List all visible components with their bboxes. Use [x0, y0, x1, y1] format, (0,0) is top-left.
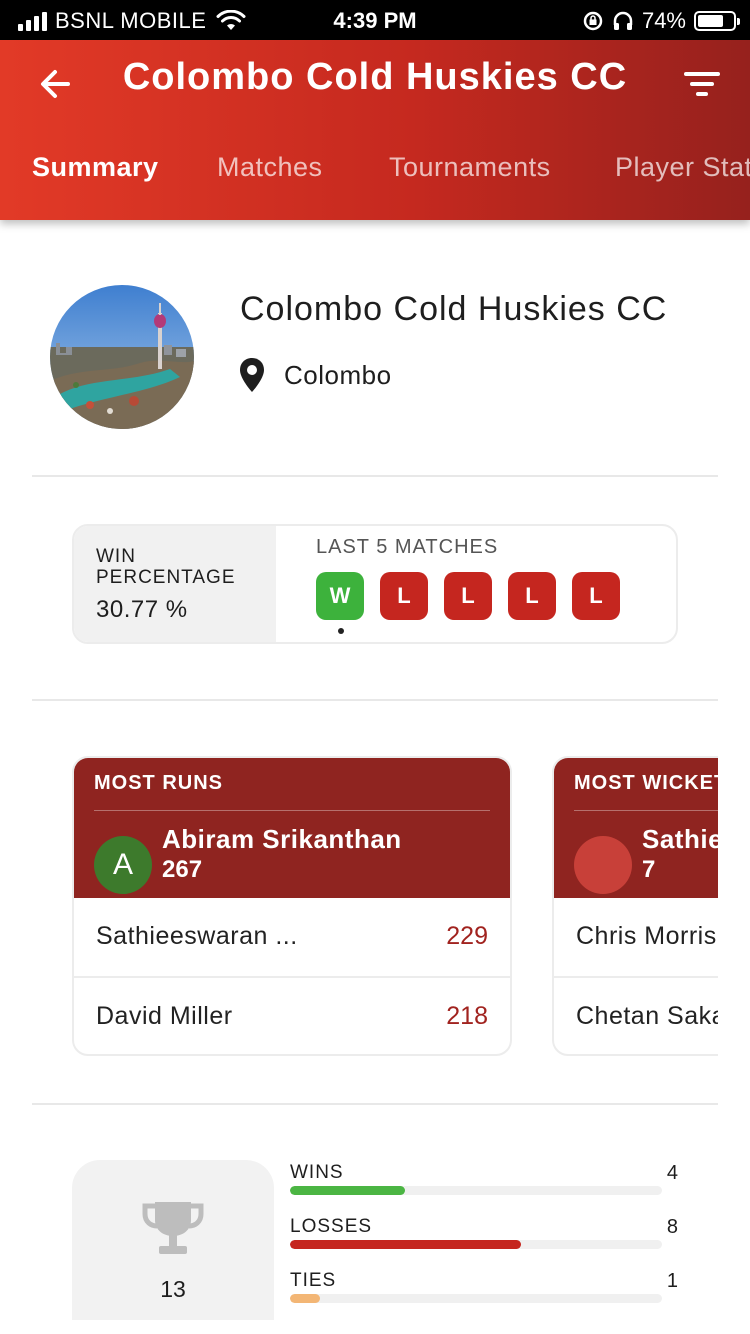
most-runs-card[interactable]: MOST RUNS A Abiram Srikanthan 267 Sathie… — [72, 756, 512, 1056]
map-pin-icon — [240, 358, 264, 392]
headphones-icon — [613, 11, 633, 30]
rotation-lock-icon — [583, 11, 603, 31]
leader-row[interactable]: Chetan Sakariya — [554, 978, 718, 1054]
result-badge[interactable]: L — [572, 572, 620, 620]
app-header: Colombo Cold Huskies CC Summary Matches … — [0, 40, 750, 220]
stat-bar — [290, 1240, 662, 1249]
player-avatar: A — [94, 836, 152, 894]
tab-tournaments[interactable]: Tournaments — [389, 152, 551, 183]
stat-label: WINS — [290, 1162, 344, 1183]
divider — [574, 810, 718, 811]
total-matches-value: 13 — [160, 1276, 186, 1302]
page-title: Colombo Cold Huskies CC — [122, 56, 628, 98]
top-player-value: 7 — [642, 856, 656, 883]
leader-row[interactable]: David Miller 218 — [74, 978, 510, 1054]
win-percentage-panel: WIN PERCENTAGE 30.77 % — [74, 526, 276, 642]
stat-value: 1 — [666, 1270, 678, 1292]
team-location: Colombo — [238, 356, 392, 394]
top-player-value: 267 — [162, 856, 203, 883]
player-value: 229 — [446, 922, 488, 950]
battery-percent: 74% — [641, 8, 686, 33]
player-value: 218 — [446, 1002, 488, 1030]
selected-result-indicator — [338, 628, 344, 634]
result-badge[interactable]: L — [508, 572, 556, 620]
tab-player-stats[interactable]: Player Stats — [615, 152, 750, 183]
player-name: Chetan Sakariya — [576, 1002, 718, 1030]
win-percentage-label: WIN PERCENTAGE — [96, 546, 236, 588]
result-badge[interactable]: L — [444, 572, 492, 620]
divider — [32, 475, 718, 477]
tab-bar: Summary Matches Tournaments Player Stats — [0, 148, 750, 220]
status-bar: BSNL MOBILE 4:39 PM 74% — [0, 0, 750, 40]
stat-label: TIES — [290, 1270, 337, 1291]
team-name: Colombo Cold Huskies CC — [240, 290, 668, 328]
top-player-name: Sathieeswaran — [642, 824, 718, 854]
result-badge[interactable]: L — [380, 572, 428, 620]
win-percentage-value: 30.77 % — [96, 596, 188, 623]
player-avatar — [574, 836, 632, 894]
stat-value: 8 — [666, 1216, 678, 1238]
divider — [32, 1103, 718, 1105]
divider — [32, 699, 718, 701]
battery-icon — [694, 11, 740, 31]
leader-row[interactable]: Sathieeswaran ... 229 — [74, 898, 510, 978]
trophy-icon — [142, 1202, 204, 1254]
carrier-name: BSNL MOBILE — [55, 8, 207, 33]
tab-summary[interactable]: Summary — [32, 152, 159, 183]
stat-value: 4 — [666, 1162, 678, 1184]
filter-icon[interactable] — [680, 62, 724, 106]
player-name: Sathieeswaran ... — [96, 922, 298, 950]
signal-icon — [18, 11, 47, 31]
last-five-label: LAST 5 MATCHES — [316, 536, 499, 558]
win-summary-card: WIN PERCENTAGE 30.77 % LAST 5 MATCHES W … — [72, 524, 678, 644]
player-name: David Miller — [96, 1002, 233, 1030]
leader-card-header: MOST WICKETS Sathieeswaran 7 — [554, 758, 718, 898]
result-badge[interactable]: W — [316, 572, 364, 620]
player-name: Chris Morris — [576, 922, 717, 950]
stat-bar — [290, 1186, 662, 1195]
leaders-carousel[interactable]: MOST RUNS A Abiram Srikanthan 267 Sathie… — [0, 740, 718, 1070]
leader-card-title: MOST WICKETS — [574, 772, 718, 794]
stat-label: LOSSES — [290, 1216, 373, 1237]
last-five-results: W L L L L — [316, 572, 620, 620]
divider — [94, 810, 490, 811]
leader-row[interactable]: Chris Morris — [554, 898, 718, 978]
leader-card-title: MOST RUNS — [94, 772, 223, 794]
location-text: Colombo — [284, 359, 392, 390]
tab-matches[interactable]: Matches — [217, 152, 323, 183]
leader-card-header: MOST RUNS A Abiram Srikanthan 267 — [74, 758, 510, 898]
most-wickets-card[interactable]: MOST WICKETS Sathieeswaran 7 Chris Morri… — [552, 756, 718, 1056]
stat-bar — [290, 1294, 662, 1303]
top-player-name: Abiram Srikanthan — [162, 824, 402, 854]
wifi-icon — [216, 10, 246, 30]
status-left: BSNL MOBILE — [18, 8, 246, 34]
total-matches-card: 13 — [72, 1160, 274, 1320]
team-avatar — [50, 285, 194, 429]
status-right: 74% — [582, 8, 740, 34]
